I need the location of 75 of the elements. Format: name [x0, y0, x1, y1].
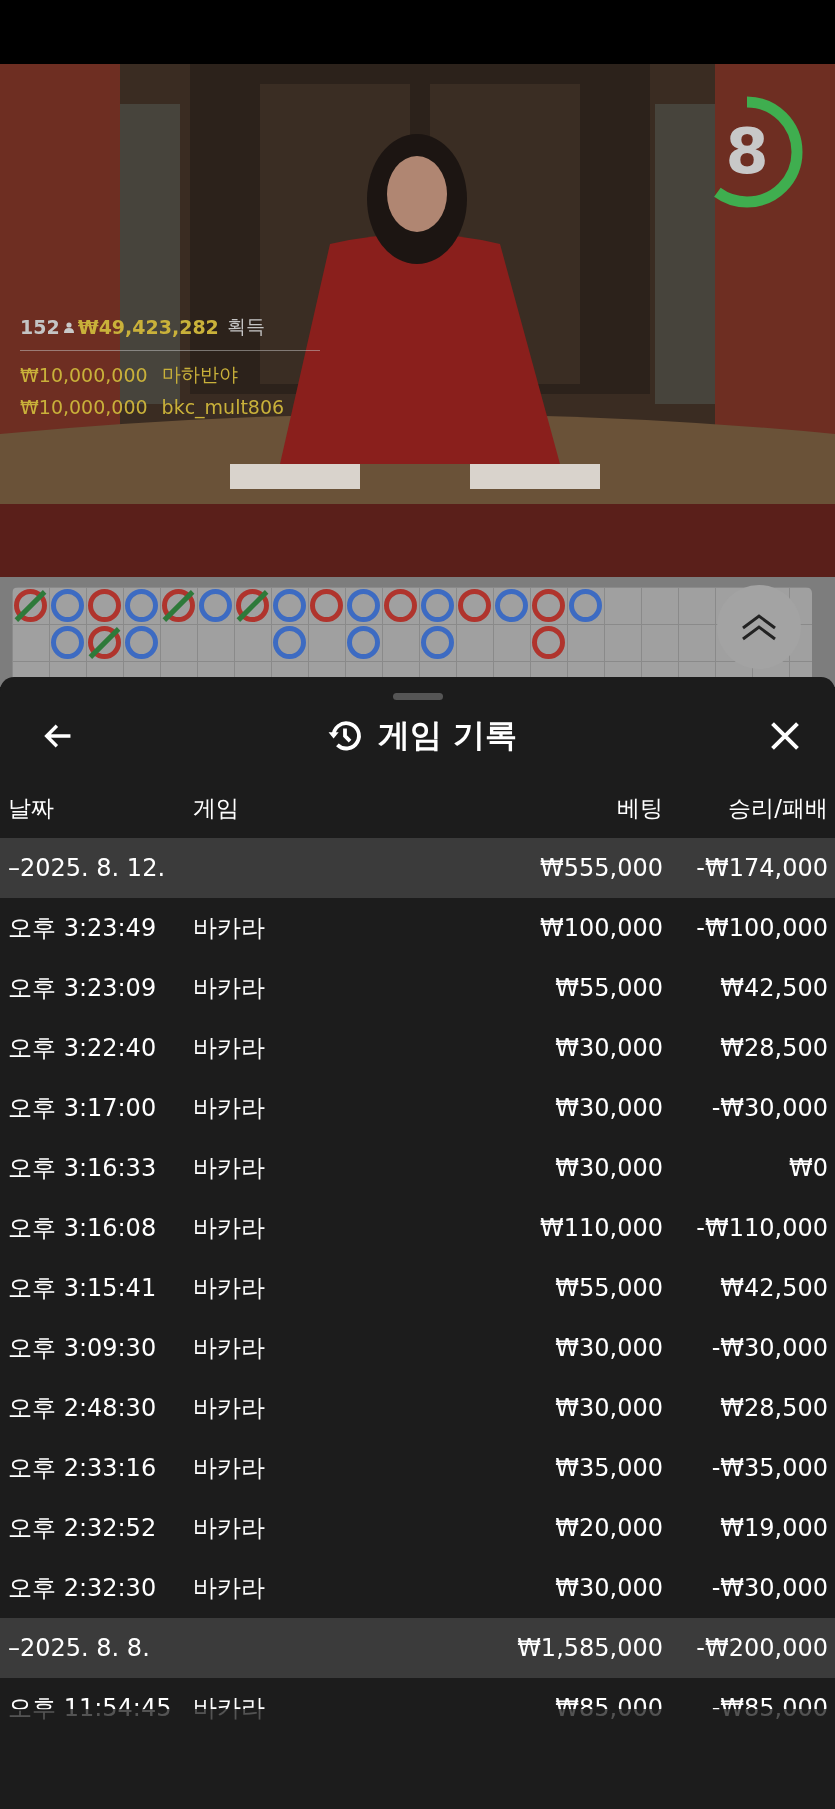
- group-result: -₩200,000: [695, 1634, 828, 1662]
- column-header: 승리/패배: [727, 793, 828, 823]
- table-cell-text: ₩30,000: [554, 1574, 663, 1602]
- date-group-row[interactable]: –2025. 8. 8. ₩1,585,000 -₩200,000: [0, 1618, 835, 1678]
- table-cell-text: ₩0: [788, 1154, 828, 1182]
- group-bet: ₩555,000: [539, 854, 663, 882]
- table-cell-text: 오후 2:32:30: [8, 1573, 158, 1604]
- table-cell-text: ₩30,000: [554, 1034, 663, 1062]
- table-cell-text: ₩85,000: [554, 1694, 663, 1722]
- table-cell-text: 오후 3:23:09: [8, 973, 158, 1004]
- date-group-row[interactable]: –2025. 8. 12. ₩555,000 -₩174,000: [0, 838, 835, 898]
- table-cell-text: ₩28,500: [719, 1034, 828, 1062]
- table-cell-text: 바카라: [193, 1513, 266, 1544]
- table-cell-text: -₩30,000: [710, 1094, 828, 1122]
- table-cell-text: 오후 2:48:30: [8, 1393, 158, 1424]
- table-cell-text: ₩30,000: [554, 1394, 663, 1422]
- table-cell-text: -₩30,000: [710, 1574, 828, 1602]
- table-cell-text: ₩42,500: [719, 1274, 828, 1302]
- table-cell-text: 바카라: [193, 1453, 266, 1484]
- table-cell-text: ₩42,500: [719, 974, 828, 1002]
- winner-name: 마하반야: [161, 362, 238, 387]
- total-winnings: ₩49,423,282: [77, 316, 219, 338]
- table-cell-text: 오후 3:09:30: [8, 1333, 158, 1364]
- table-cell-text: 오후 3:17:00: [8, 1093, 158, 1124]
- column-header: 날짜: [8, 793, 55, 823]
- table-cell-text: ₩55,000: [554, 974, 663, 1002]
- table-cell-text: 오후 3:16:33: [8, 1153, 158, 1184]
- column-header: 게임: [193, 793, 240, 823]
- group-bet: ₩1,585,000: [516, 1634, 663, 1662]
- table-cell-text: ₩28,500: [719, 1394, 828, 1422]
- table-cell-text: 오후 2:33:16: [8, 1453, 158, 1484]
- table-cell-text: 바카라: [193, 1573, 266, 1604]
- group-date: –2025. 8. 8.: [8, 1634, 151, 1662]
- table-cell-text: 오후 3:23:49: [8, 913, 158, 944]
- table-cell-text: ₩55,000: [554, 1274, 663, 1302]
- table-cell-text: 바카라: [193, 1153, 266, 1184]
- group-result: -₩174,000: [695, 854, 828, 882]
- winner-name: bkc_mult806: [161, 396, 285, 418]
- table-cell-text: -₩85,000: [710, 1694, 828, 1722]
- countdown-number: 8: [725, 121, 769, 183]
- drag-handle[interactable]: [392, 693, 443, 700]
- table-cell-text: -₩100,000: [695, 914, 828, 942]
- table-cell-text: ₩30,000: [554, 1154, 663, 1182]
- table-cell-text: 바카라: [193, 1213, 266, 1244]
- table-cell-text: 오후 3:22:40: [8, 1033, 158, 1064]
- table-cell-text: 바카라: [193, 1333, 266, 1364]
- table-cell-text: ₩110,000: [539, 1214, 663, 1242]
- table-cell-text: 바카라: [193, 913, 266, 944]
- table-cell-text: 바카라: [193, 1693, 266, 1724]
- table-cell-text: ₩30,000: [554, 1334, 663, 1362]
- table-cell-text: 오후 3:15:41: [8, 1273, 158, 1304]
- sheet-title: 게임 기록: [377, 715, 518, 756]
- column-header: 베팅: [616, 793, 663, 823]
- table-cell-text: 바카라: [193, 1393, 266, 1424]
- table-cell-text: -₩110,000: [695, 1214, 828, 1242]
- table-cell-text: ₩19,000: [719, 1514, 828, 1542]
- table-cell-text: 바카라: [193, 973, 266, 1004]
- player-count: 152: [20, 316, 60, 338]
- table-cell-text: 오후 3:16:08: [8, 1213, 158, 1244]
- table-cell-text: 바카라: [193, 1093, 266, 1124]
- table-cell-text: 바카라: [193, 1273, 266, 1304]
- table-cell-text: 오후 2:32:52: [8, 1513, 158, 1544]
- table-cell-text: 오후 11:54:45: [8, 1693, 173, 1724]
- winnings-label: 획득: [226, 314, 265, 339]
- table-cell-text: ₩20,000: [554, 1514, 663, 1542]
- table-cell-text: -₩35,000: [710, 1454, 828, 1482]
- winner-amount: ₩10,000,000: [20, 396, 148, 418]
- winner-amount: ₩10,000,000: [20, 364, 148, 386]
- table-cell-text: ₩35,000: [554, 1454, 663, 1482]
- table-cell-text: ₩100,000: [539, 914, 663, 942]
- table-cell-text: -₩30,000: [710, 1334, 828, 1362]
- person-icon: [62, 321, 75, 333]
- table-cell-text: ₩30,000: [554, 1094, 663, 1122]
- group-date: –2025. 8. 12.: [8, 854, 167, 882]
- table-cell-text: 바카라: [193, 1033, 266, 1064]
